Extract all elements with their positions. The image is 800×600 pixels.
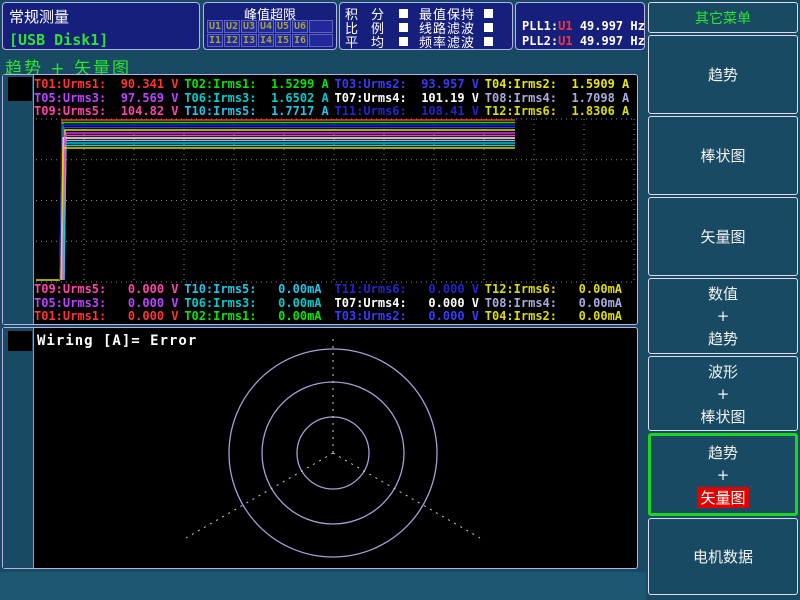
trend-bottom-value-t08: T08:Irms4: 0.00mA	[485, 297, 635, 311]
trend-bottom-value-t05: T05:Urms3: 0.000 V	[34, 297, 184, 311]
vector-axis-ray-2	[186, 453, 333, 538]
settings-rows: 积分最值保持比例线路滤波平均频率滤波	[345, 6, 509, 48]
peak-u-row: U1U2U3U4U5U6	[207, 20, 333, 33]
peak-cell-u1: U1	[207, 20, 223, 33]
settings-char: 均	[371, 32, 390, 51]
peak-cell-u3: U3	[241, 20, 257, 33]
vector-diagram-svg	[34, 329, 635, 567]
sidebar-item-label: 趋势	[708, 328, 738, 349]
peak-cell-u5: U5	[275, 20, 291, 33]
pll2-label: PLL2:	[522, 34, 558, 48]
peak-cell-i4: I4	[258, 34, 274, 47]
sidebar-item-label: +	[717, 466, 730, 484]
sidebar-item-1[interactable]: 趋势	[648, 35, 798, 114]
peak-cell-i5: I5	[275, 34, 291, 47]
sidebar-item-label: 波形	[708, 361, 738, 382]
sidebar-item-label: 趋势	[708, 442, 738, 463]
peak-cell-i6: I6	[292, 34, 308, 47]
sidebar-item-4[interactable]: 数值 + 趋势	[648, 278, 798, 354]
trend-bottom-value-t04: T04:Irms2: 0.00mA	[485, 310, 635, 324]
status-bar: Update 114 ( 500ms) 102400 Sum 2021/12/1…	[0, 572, 646, 600]
trend-bottom-value-t01: T01:Urms1: 0.000 V	[34, 310, 184, 324]
trend-trace-t09	[63, 136, 515, 281]
usb-disk-label: [USB Disk1]	[9, 31, 108, 49]
trend-trace-t12	[61, 148, 515, 280]
indicator-square	[484, 9, 493, 18]
sidebar-item-label: 电机数据	[693, 546, 753, 567]
trend-bottom-value-t02: T02:Irms1: 0.00mA	[184, 310, 334, 324]
measurement-mode-label: 常规测量	[9, 6, 69, 27]
sidebar-item-label: +	[717, 307, 730, 325]
trend-trace-t10	[64, 146, 515, 281]
peak-cell-u2: U2	[224, 20, 240, 33]
pll1-row: PLL1: U1 49.997 Hz	[522, 19, 645, 33]
sidebar-item-label: +	[717, 385, 730, 403]
peak-i-row: I1I2I3I4I5I6	[207, 34, 333, 47]
settings-row-3: 平均 频率滤波	[345, 34, 509, 48]
pll2-frequency: 49.997 Hz	[580, 34, 645, 48]
trend-panel-gutter	[3, 75, 34, 324]
sidebar-item-label: 棒状图	[700, 145, 745, 166]
trend-bottom-value-t07: T07:Urms4: 0.000 V	[335, 297, 485, 311]
sidebar-other-menu-label: 其它菜单	[695, 8, 751, 28]
pll2-row: PLL2: U1 49.997 Hz	[522, 34, 645, 48]
vector-panel-notch	[8, 331, 32, 351]
peak-over-limit-box: 峰值超限 U1U2U3U4U5U6 I1I2I3I4I5I6	[203, 2, 337, 50]
peak-cell-blank	[309, 20, 333, 33]
vector-panel: Wiring [A]= Error	[2, 327, 638, 569]
pll2-source: U1	[558, 34, 572, 48]
trend-bottom-value-t10: T10:Irms5: 0.00mA	[184, 283, 334, 297]
pll1-frequency: 49.997 Hz	[580, 19, 645, 33]
trend-bottom-value-t09: T09:Urms5: 0.000 V	[34, 283, 184, 297]
sidebar-item-label: 棒状图	[700, 406, 745, 427]
sidebar-item-label: 矢量图	[700, 226, 745, 247]
peak-cell-i1: I1	[207, 34, 223, 47]
pll1-source: U1	[558, 19, 572, 33]
pll1-label: PLL1:	[522, 19, 558, 33]
indicator-square	[484, 37, 493, 46]
sidebar-item-label: 趋势	[708, 64, 738, 85]
settings-indicator-box: 积分最值保持比例线路滤波平均频率滤波	[339, 2, 513, 50]
pll-box: PLL1: U1 49.997 Hz PLL2: U1 49.997 Hz	[515, 2, 645, 50]
trend-panel: T01:Urms1: 90.341 VT02:Irms1: 1.5299 AT0…	[2, 74, 638, 325]
indicator-square	[399, 37, 408, 46]
settings-char: 平	[345, 32, 364, 51]
trend-panel-notch	[8, 77, 32, 101]
vector-panel-gutter	[3, 328, 34, 568]
trend-trace-t05	[64, 133, 515, 280]
trend-bottom-value-t03: T03:Urms2: 0.000 V	[335, 310, 485, 324]
sidebar-item-5[interactable]: 波形 + 棒状图	[648, 356, 798, 431]
trend-bottom-value-t11: T11:Urms6: 0.000 V	[335, 283, 485, 297]
trend-trace-t04	[63, 130, 515, 280]
peak-cell-i3: I3	[241, 34, 257, 47]
screen: 常规测量 [USB Disk1] 峰值超限 U1U2U3U4U5U6 I1I2I…	[0, 0, 800, 600]
indicator-square	[399, 9, 408, 18]
trend-trace-t08	[62, 141, 515, 281]
peak-cell-u6: U6	[292, 20, 308, 33]
sidebar-item-label: 数值	[708, 283, 738, 304]
trend-bottom-values: T09:Urms5: 0.000 VT10:Irms5: 0.00mAT11:U…	[34, 283, 635, 324]
indicator-square	[484, 23, 493, 32]
sidebar-item-3[interactable]: 矢量图	[648, 197, 798, 276]
vector-axis-ray-3	[333, 453, 480, 538]
peak-cell-blank	[309, 34, 333, 47]
trend-trace-t03	[62, 128, 515, 281]
sidebar-item-6[interactable]: 趋势 + 矢量图	[648, 433, 798, 516]
peak-cell-u4: U4	[258, 20, 274, 33]
sidebar: 其它菜单 趋势棒状图矢量图数值+趋势波形+棒状图趋势+矢量图电机数据	[646, 0, 800, 600]
peak-cell-i2: I2	[224, 34, 240, 47]
general-info-box: 常规测量 [USB Disk1]	[2, 2, 200, 50]
sidebar-item-label: 矢量图	[697, 487, 748, 508]
settings-label: 频率滤波	[419, 32, 475, 51]
sidebar-item-7[interactable]: 电机数据	[648, 518, 798, 595]
indicator-square	[399, 23, 408, 32]
sidebar-item-2[interactable]: 棒状图	[648, 116, 798, 195]
trend-bottom-value-t12: T12:Irms6: 0.00mA	[485, 283, 635, 297]
trend-bottom-value-t06: T06:Irms3: 0.00mA	[184, 297, 334, 311]
sidebar-item-other-menu[interactable]: 其它菜单	[648, 2, 798, 33]
trend-trace-t06	[60, 143, 515, 280]
